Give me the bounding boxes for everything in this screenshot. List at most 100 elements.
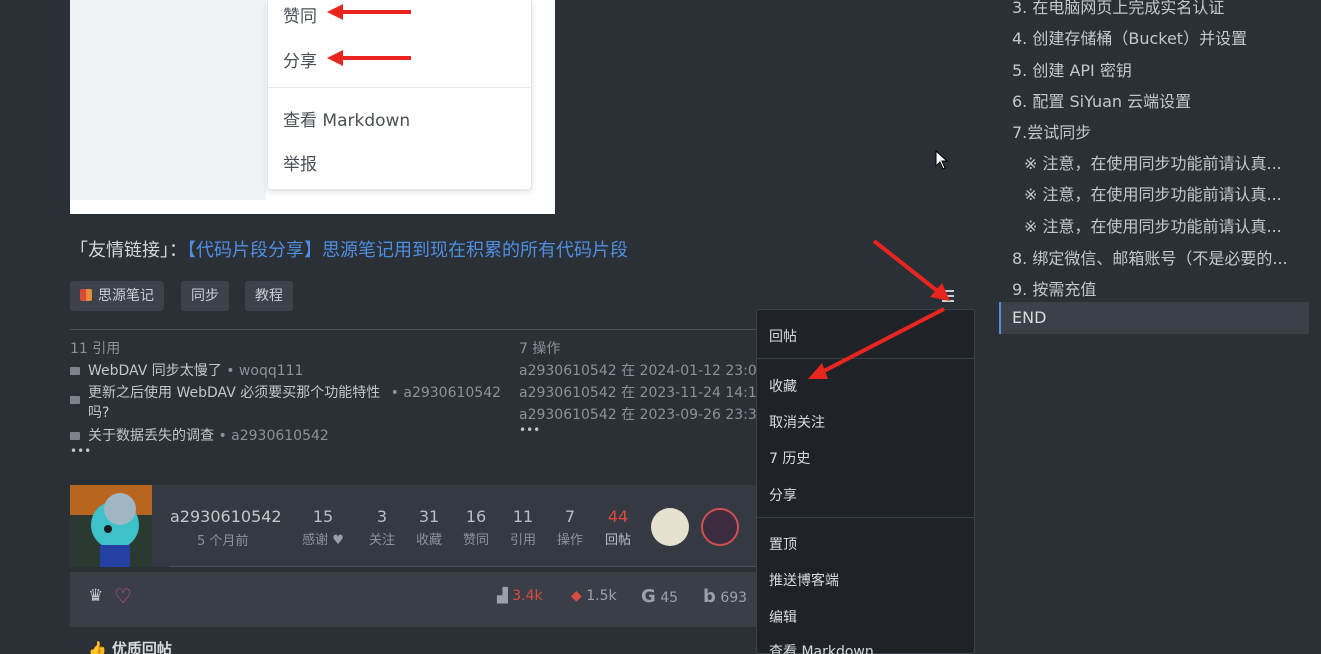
stat-value: 15 (312, 507, 334, 526)
menu-item-push-blog[interactable]: 推送博客端 (769, 570, 839, 590)
stat-value: 3 (376, 507, 388, 526)
google-value: 45 (660, 590, 679, 606)
stat-value: 16 (465, 507, 487, 526)
author-avatar[interactable] (70, 485, 152, 567)
stat-label: 引用 (509, 533, 536, 548)
embedded-screenshot: 赞同 分享 查看 Markdown 举报 (70, 0, 555, 214)
screenshot-arrows-icon (327, 4, 411, 66)
reference-title: 更新之后使用 WebDAV 必须要买那个功能特性 (88, 385, 381, 401)
quality-reply-header: 👍 优质回帖 (88, 638, 172, 654)
screenshot-item-markdown: 查看 Markdown (283, 111, 411, 131)
comment-icon (70, 396, 80, 404)
flag-icon: ◆ (571, 588, 582, 604)
references-more[interactable]: ••• (70, 444, 91, 458)
toc-item[interactable]: 3. 在电脑网页上完成实名认证 (1012, 0, 1224, 18)
toc-item[interactable]: ※ 注意，在使用同步功能前请认真... (1024, 213, 1282, 237)
chart-icon: ▟ (497, 588, 508, 604)
friend-link-prefix: 「友情链接」： (70, 240, 187, 261)
reference-title-cont: 吗? (88, 405, 110, 421)
views-value: 3.4k (512, 588, 543, 604)
toc-item[interactable]: 4. 创建存储桶（Bucket）并设置 (1012, 25, 1247, 49)
tag-tutorial[interactable]: 教程 (245, 281, 293, 311)
menu-item-collect[interactable]: 收藏 (769, 376, 797, 396)
reference-title: WebDAV 同步太慢了 (88, 363, 222, 379)
stat-reference[interactable]: 11 引用 (507, 507, 539, 548)
screenshot-item-share: 分享 (283, 52, 317, 72)
participant-avatar[interactable] (701, 508, 739, 546)
stat-thanks[interactable]: 15 感谢 ♥ (297, 507, 349, 548)
quality-reply-title: 优质回帖 (111, 640, 172, 654)
stat-like[interactable]: 16 赞同 (460, 507, 492, 548)
screenshot-divider (268, 87, 531, 88)
tag-sync[interactable]: 同步 (181, 281, 229, 311)
toc-item[interactable]: 7.尝试同步 (1012, 119, 1091, 143)
friend-link-line: 「友情链接」：【代码片段分享】思源笔记用到现在积累的所有代码片段 (70, 236, 628, 262)
participant-avatar[interactable] (651, 508, 689, 546)
menu-item-pin[interactable]: 置顶 (769, 534, 797, 554)
stat-operation[interactable]: 7 操作 (554, 507, 586, 548)
stat-value: 31 (418, 507, 440, 526)
tag-label: 同步 (191, 288, 219, 304)
thumbs-up-icon: 👍 (88, 640, 107, 654)
toc-item[interactable]: 8. 绑定微信、邮箱账号（不是必要的... (1012, 245, 1288, 269)
heart-outline-icon[interactable]: ♡ (114, 584, 132, 608)
menu-item-history[interactable]: 7 历史 (769, 448, 810, 468)
siyuan-icon (80, 289, 92, 301)
toc-item[interactable]: ※ 注意，在使用同步功能前请认真... (1024, 181, 1282, 205)
operation-item: a2930610542 在 2023-09-26 23:34 (519, 407, 756, 423)
operation-item: a2930610542 在 2023-11-24 14:12 (519, 385, 756, 401)
toc-item-active[interactable]: END (1012, 308, 1046, 327)
stat-label: 收藏 (415, 533, 442, 548)
author-name[interactable]: a2930610542 (170, 507, 282, 526)
menu-divider (757, 517, 974, 518)
stat-collect[interactable]: 31 收藏 (413, 507, 445, 548)
screenshot-item-like: 赞同 (283, 7, 317, 27)
stat-reply[interactable]: 44 回帖 (602, 507, 634, 548)
menu-item-reply[interactable]: 回帖 (769, 326, 797, 346)
tag-label: 思源笔记 (98, 288, 154, 304)
stat-label: 关注 (368, 533, 395, 548)
table-of-contents: 3. 在电脑网页上完成实名认证 4. 创建存储桶（Bucket）并设置 5. 创… (999, 0, 1321, 654)
crown-icon[interactable]: ♛ (88, 586, 103, 606)
stat-label: 感谢 (302, 533, 329, 548)
views-count: ▟ 3.4k (497, 588, 543, 604)
heart-icon: ♥ (332, 533, 344, 548)
toc-item[interactable]: 9. 按需充值 (1012, 276, 1096, 300)
screenshot-item-report: 举报 (283, 155, 317, 175)
avatar-image (70, 485, 152, 567)
cursor-icon (935, 150, 949, 170)
reference-item[interactable]: 更新之后使用 WebDAV 必须要买那个功能特性 • a2930610542 吗… (70, 382, 515, 422)
stat-value: 7 (564, 507, 576, 526)
operations-more[interactable]: ••• (519, 423, 540, 437)
toc-item[interactable]: ※ 注意，在使用同步功能前请认真... (1024, 150, 1282, 174)
bing-count: b 693 (703, 586, 747, 607)
tag-label: 教程 (255, 288, 283, 304)
bing-value: 693 (720, 590, 748, 606)
menu-item-unfollow[interactable]: 取消关注 (769, 412, 825, 432)
reference-author: • a2930610542 (218, 428, 329, 444)
comment-icon (70, 432, 80, 440)
toc-item[interactable]: 5. 创建 API 密钥 (1012, 57, 1132, 81)
screenshot-left-area (70, 0, 266, 200)
tag-siyuan[interactable]: 思源笔记 (70, 281, 164, 311)
menu-item-share[interactable]: 分享 (769, 485, 797, 505)
operation-item: a2930610542 在 2024-01-12 23:03 (519, 363, 756, 379)
divider (70, 329, 760, 330)
operations-header: 7 操作 (519, 341, 561, 357)
stat-label: 操作 (556, 533, 583, 548)
stat-label: 赞同 (462, 533, 489, 548)
bing-icon: b (703, 586, 716, 607)
friend-link[interactable]: 【代码片段分享】思源笔记用到现在积累的所有代码片段 (187, 240, 628, 261)
toc-item[interactable]: 6. 配置 SiYuan 云端设置 (1012, 88, 1191, 112)
reference-item[interactable]: 关于数据丢失的调查 • a2930610542 (70, 425, 329, 445)
google-icon: G (641, 586, 656, 607)
reference-item[interactable]: WebDAV 同步太慢了 • woqq111 (70, 360, 303, 380)
author-divider (170, 566, 756, 567)
menu-item-view-markdown[interactable]: 查看 Markdown (769, 641, 874, 654)
stat-follow[interactable]: 3 关注 (366, 507, 398, 548)
hot-count: ◆ 1.5k (571, 588, 617, 604)
references-header: 11 引用 (70, 341, 121, 357)
stat-value: 44 (607, 507, 629, 526)
reference-title: 关于数据丢失的调查 (88, 428, 214, 444)
menu-item-edit[interactable]: 编辑 (769, 607, 797, 627)
